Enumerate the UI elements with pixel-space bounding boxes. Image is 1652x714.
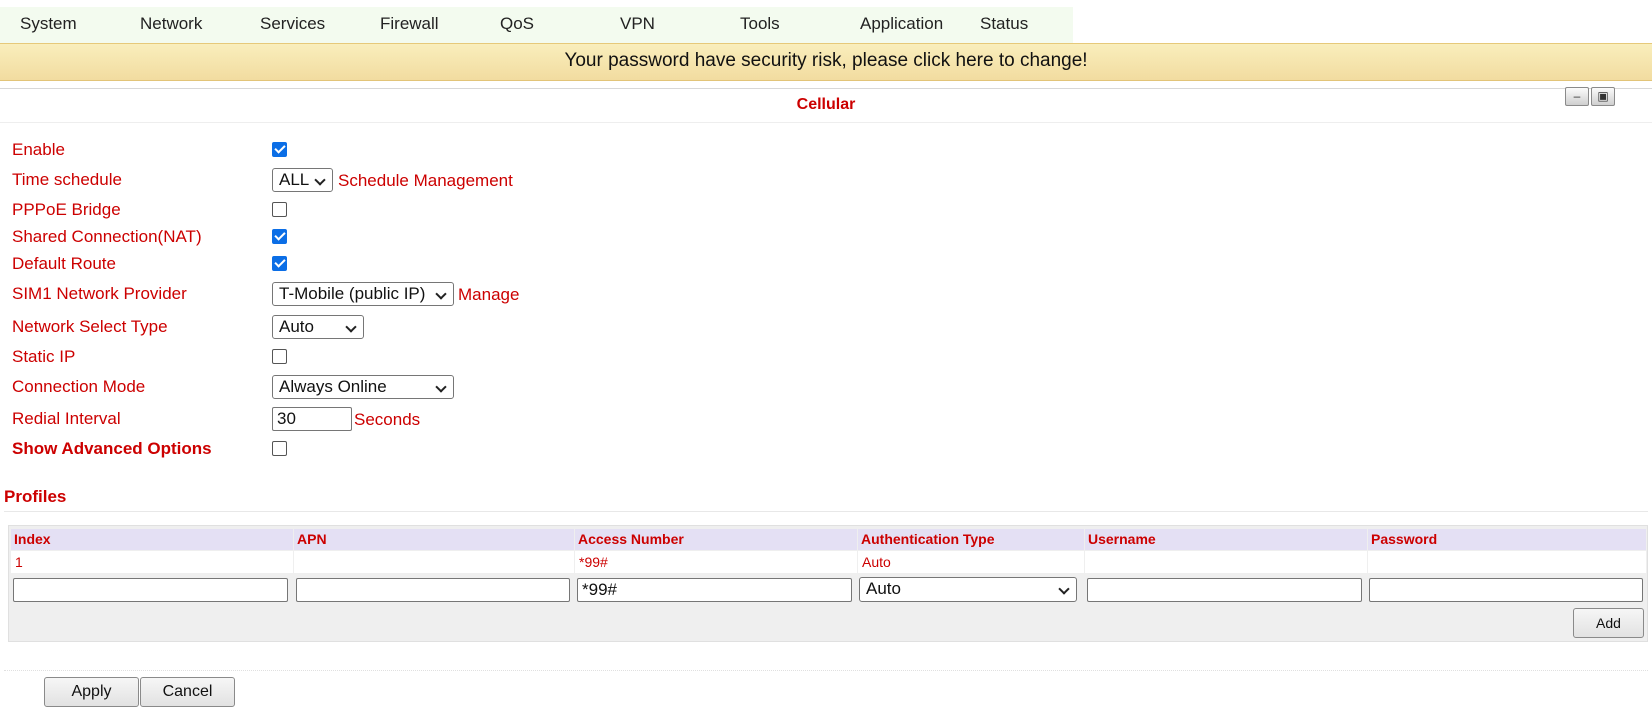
- nav-services[interactable]: Services: [260, 7, 325, 43]
- new-username-input[interactable]: [1087, 578, 1362, 602]
- time-schedule-label: Time schedule: [12, 170, 122, 189]
- enable-checkbox[interactable]: [272, 142, 287, 157]
- network-select-type-label: Network Select Type: [12, 317, 168, 336]
- enable-label: Enable: [12, 140, 65, 159]
- table-cell-username: [1085, 551, 1367, 573]
- table-cell-access-number: *99#: [575, 551, 857, 573]
- new-auth-type-value: Auto: [866, 579, 901, 598]
- cancel-button[interactable]: Cancel: [140, 677, 235, 707]
- new-auth-type-select[interactable]: Auto: [859, 577, 1077, 602]
- nav-status[interactable]: Status: [980, 7, 1028, 43]
- password-warning-banner[interactable]: Your password have security risk, please…: [0, 43, 1652, 81]
- network-select-type-select[interactable]: Auto: [272, 315, 364, 339]
- connection-mode-label: Connection Mode: [12, 377, 146, 396]
- profiles-title: Profiles: [4, 487, 67, 506]
- new-access-number-input[interactable]: [577, 578, 852, 602]
- time-schedule-select[interactable]: ALL: [272, 168, 333, 192]
- apply-button[interactable]: Apply: [44, 677, 139, 707]
- restore-icon[interactable]: ▣: [1591, 87, 1615, 106]
- redial-interval-label: Redial Interval: [12, 409, 121, 428]
- show-advanced-checkbox[interactable]: [272, 441, 287, 456]
- profiles-divider: [4, 511, 1648, 512]
- sim1-provider-label: SIM1 Network Provider: [12, 284, 187, 303]
- col-access-number: Access Number: [575, 529, 857, 550]
- shared-connection-checkbox[interactable]: [272, 229, 287, 244]
- new-apn-input[interactable]: [296, 578, 570, 602]
- top-nav: System Network Services Firewall QoS VPN…: [0, 7, 1073, 43]
- nav-system[interactable]: System: [20, 7, 77, 43]
- sim1-provider-value: T-Mobile (public IP): [279, 284, 426, 303]
- table-cell-password: [1368, 551, 1646, 573]
- nav-tools[interactable]: Tools: [740, 7, 780, 43]
- pppoe-bridge-checkbox[interactable]: [272, 202, 287, 217]
- chevron-down-icon: [435, 288, 447, 300]
- time-schedule-value: ALL: [279, 170, 310, 189]
- col-username: Username: [1085, 529, 1367, 550]
- nav-application[interactable]: Application: [860, 7, 943, 43]
- manage-provider-link[interactable]: Manage: [458, 284, 519, 306]
- chevron-down-icon: [314, 174, 326, 186]
- table-cell-index: 1: [11, 551, 293, 573]
- chevron-down-icon: [345, 321, 357, 333]
- pppoe-bridge-label: PPPoE Bridge: [12, 200, 121, 219]
- default-route-checkbox[interactable]: [272, 256, 287, 271]
- table-cell-auth-type: Auto: [858, 551, 1084, 573]
- nav-firewall[interactable]: Firewall: [380, 7, 439, 43]
- nav-vpn[interactable]: VPN: [620, 7, 655, 43]
- default-route-label: Default Route: [12, 254, 116, 273]
- shared-connection-label: Shared Connection(NAT): [12, 227, 202, 246]
- table-cell-apn: [294, 551, 574, 573]
- show-advanced-label: Show Advanced Options: [12, 439, 212, 458]
- col-apn: APN: [294, 529, 574, 550]
- schedule-management-link[interactable]: Schedule Management: [338, 170, 513, 192]
- nav-qos[interactable]: QoS: [500, 7, 534, 43]
- static-ip-checkbox[interactable]: [272, 349, 287, 364]
- col-password: Password: [1368, 529, 1646, 550]
- col-auth-type: Authentication Type: [858, 529, 1084, 550]
- new-password-input[interactable]: [1369, 578, 1643, 602]
- nav-network[interactable]: Network: [140, 7, 202, 43]
- col-index: Index: [11, 529, 293, 550]
- new-index-input[interactable]: [13, 578, 288, 602]
- chevron-down-icon: [435, 381, 447, 393]
- panel-window-controls: – ▣: [1565, 87, 1617, 107]
- redial-interval-unit: Seconds: [354, 410, 421, 429]
- form-divider: [4, 670, 1648, 671]
- connection-mode-select[interactable]: Always Online: [272, 375, 454, 399]
- add-profile-button[interactable]: Add: [1573, 608, 1644, 638]
- chevron-down-icon: [1058, 583, 1070, 595]
- network-select-type-value: Auto: [279, 317, 314, 336]
- connection-mode-value: Always Online: [279, 377, 387, 396]
- redial-interval-input[interactable]: [272, 407, 352, 431]
- minimize-icon[interactable]: –: [1565, 87, 1589, 106]
- sim1-provider-select[interactable]: T-Mobile (public IP): [272, 282, 454, 306]
- static-ip-label: Static IP: [12, 347, 76, 366]
- panel-title: Cellular: [0, 90, 1652, 123]
- panel-divider: [0, 88, 1652, 89]
